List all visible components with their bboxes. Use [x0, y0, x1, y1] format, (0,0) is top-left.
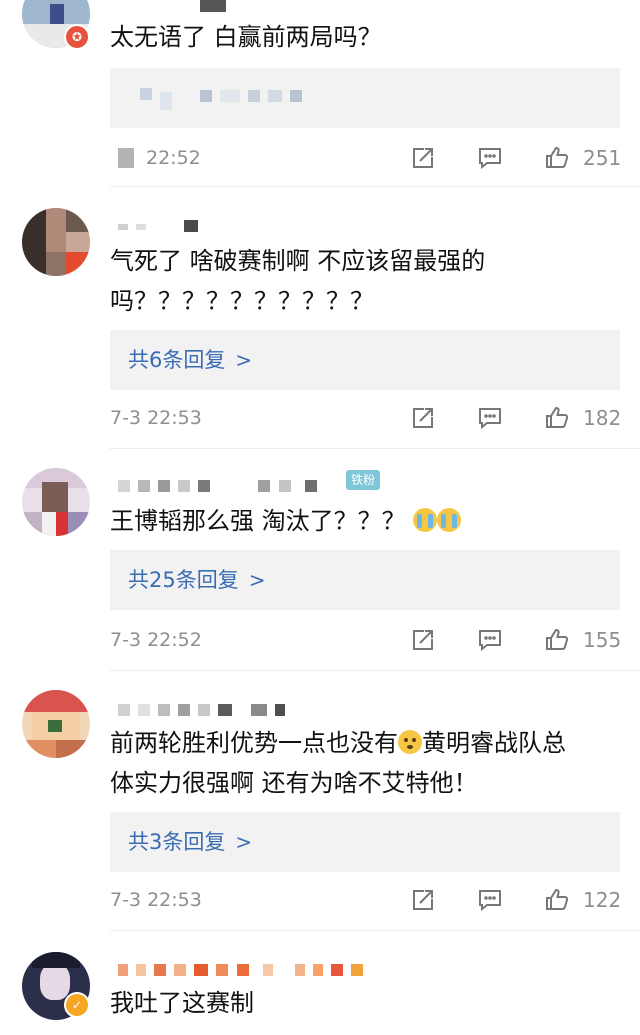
like-count: 122 — [583, 888, 622, 912]
chevron-right-icon: > — [235, 348, 253, 372]
comment-icon[interactable] — [478, 406, 502, 430]
reply-box[interactable]: 共6条回复 > — [110, 330, 620, 390]
blurred-reply-content — [200, 90, 305, 102]
view-replies-link[interactable]: 共6条回复 > — [128, 330, 252, 390]
comment-text: 王博韬那么强 淘汰了？？？ — [110, 500, 462, 542]
reply-box[interactable]: 共3条回复 > — [110, 812, 620, 872]
comment-text: 太无语了 白赢前两局吗？ — [110, 23, 382, 51]
thumbs-up-icon[interactable] — [545, 628, 573, 652]
comment-icon[interactable] — [478, 888, 502, 912]
like-count: 155 — [583, 628, 622, 652]
thinking-emoji-icon — [398, 730, 422, 754]
share-icon[interactable] — [411, 888, 435, 912]
share-icon[interactable] — [411, 146, 435, 170]
reply-box[interactable]: 共25条回复 > — [110, 550, 620, 610]
username-blurred — [200, 0, 240, 12]
share-icon[interactable] — [411, 628, 435, 652]
comment-time: 7-3 22:53 — [110, 889, 202, 911]
reply-count-label: 共6条回复 — [128, 348, 226, 372]
divider — [110, 448, 640, 449]
username-blurred — [118, 704, 288, 716]
comment-icon[interactable] — [478, 628, 502, 652]
view-replies-link[interactable]: 共25条回复 > — [128, 550, 266, 610]
comment-text-part1: 前两轮胜利优势一点也没有 — [110, 729, 398, 757]
username-blurred — [118, 480, 320, 492]
avatar[interactable] — [22, 468, 90, 536]
comment-meta: 7-3 22:53 182 — [0, 398, 640, 438]
comment-text-line1: 气死了 啥破赛制啊 不应该留最强的 — [110, 247, 486, 275]
comment-meta: 7-3 22:53 122 — [0, 880, 640, 920]
divider — [110, 186, 640, 187]
chevron-right-icon: > — [235, 830, 253, 854]
avatar[interactable] — [22, 208, 90, 276]
chevron-right-icon: > — [248, 568, 266, 592]
comment-text: 我吐了这赛制 — [110, 989, 254, 1017]
crying-emoji-icon — [437, 508, 462, 532]
verified-badge-icon: ✓ — [64, 992, 90, 1018]
comment-time: 7-3 22:53 — [110, 407, 202, 429]
blurred-date — [118, 148, 134, 168]
avatar[interactable] — [22, 690, 90, 758]
username-blurred — [118, 220, 201, 232]
comment-text-line2: 体实力很强啊 还有为啥不艾特他！ — [110, 769, 478, 797]
comment-icon[interactable] — [478, 146, 502, 170]
verified-badge-icon: ✪ — [64, 24, 90, 50]
thumbs-up-icon[interactable] — [545, 888, 573, 912]
crying-emoji-icon — [413, 508, 438, 532]
blurred-reply-content — [140, 88, 175, 110]
quoted-reply-box[interactable] — [110, 68, 620, 128]
share-icon[interactable] — [411, 406, 435, 430]
view-replies-link[interactable]: 共3条回复 > — [128, 812, 252, 872]
comment-text-line2: 吗？？？？？？？？？？ — [110, 287, 374, 315]
fan-badge: 铁粉 — [346, 470, 381, 490]
divider — [110, 670, 640, 671]
comment-text-body: 王博韬那么强 淘汰了？？？ — [110, 507, 406, 535]
comment-meta: 22:52 251 — [0, 138, 640, 178]
like-count: 182 — [583, 406, 622, 430]
reply-count-label: 共3条回复 — [128, 830, 226, 854]
thumbs-up-icon[interactable] — [545, 406, 573, 430]
comment-time: 7-3 22:52 — [110, 629, 202, 651]
reply-count-label: 共25条回复 — [128, 568, 239, 592]
divider — [110, 930, 640, 931]
comment-time: 22:52 — [146, 147, 201, 169]
username-blurred — [118, 964, 366, 976]
comment-text-part2: 黄明睿战队总 — [422, 729, 566, 757]
comment-text-line1: 前两轮胜利优势一点也没有 黄明睿战队总 — [110, 722, 566, 764]
like-count: 251 — [583, 146, 622, 170]
thumbs-up-icon[interactable] — [545, 146, 573, 170]
comment-meta: 7-3 22:52 155 — [0, 620, 640, 660]
